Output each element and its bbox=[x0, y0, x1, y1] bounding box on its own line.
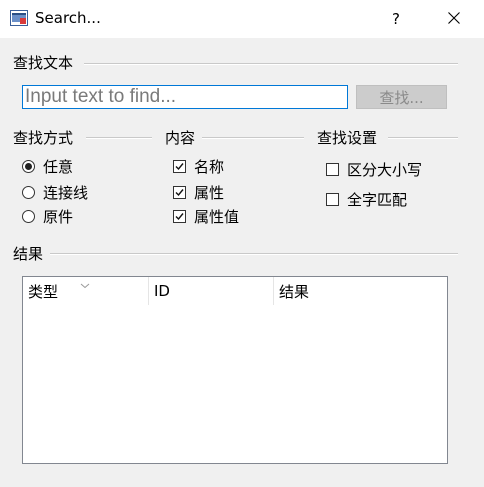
find-settings-divider bbox=[388, 137, 458, 139]
find-text-divider bbox=[84, 63, 458, 65]
results-list[interactable]: 类型 ID 结果 bbox=[22, 276, 448, 464]
results-divider bbox=[50, 253, 458, 255]
column-header-id[interactable]: ID bbox=[149, 277, 273, 305]
column-header-type[interactable]: 类型 bbox=[23, 277, 148, 305]
find-mode-divider bbox=[86, 137, 152, 139]
checkbox-name[interactable]: 名称 bbox=[173, 156, 224, 176]
sort-chevron-icon bbox=[80, 275, 90, 293]
close-button[interactable] bbox=[436, 0, 472, 38]
radio-connector-label: 连接线 bbox=[43, 183, 89, 202]
window-title: Search... bbox=[35, 9, 101, 27]
checkbox-attribute[interactable]: 属性 bbox=[173, 182, 224, 202]
app-icon bbox=[10, 10, 28, 26]
radio-selected-icon bbox=[22, 159, 35, 173]
checkbox-unchecked-icon bbox=[326, 162, 339, 176]
radio-component-label: 原件 bbox=[43, 207, 74, 226]
radio-any[interactable]: 任意 bbox=[22, 156, 73, 176]
find-text-group-label: 查找文本 bbox=[13, 54, 74, 72]
checkbox-checked-icon bbox=[173, 209, 186, 223]
checkbox-case-sensitive[interactable]: 区分大小写 bbox=[326, 159, 422, 179]
checkbox-whole-word-label: 全字匹配 bbox=[347, 190, 408, 209]
column-header-id-label: ID bbox=[154, 282, 170, 300]
content-divider bbox=[202, 137, 304, 139]
content-group-label: 内容 bbox=[165, 129, 196, 147]
checkbox-name-label: 名称 bbox=[194, 157, 225, 176]
checkbox-attribute-value-label: 属性值 bbox=[194, 207, 240, 226]
checkbox-attribute-value[interactable]: 属性值 bbox=[173, 206, 239, 226]
checkbox-checked-icon bbox=[173, 185, 186, 199]
search-input[interactable] bbox=[22, 85, 348, 109]
radio-component[interactable]: 原件 bbox=[22, 206, 73, 226]
radio-any-label: 任意 bbox=[43, 157, 74, 176]
column-header-result-label: 结果 bbox=[279, 282, 310, 301]
column-header-result[interactable]: 结果 bbox=[274, 277, 446, 305]
checkbox-whole-word[interactable]: 全字匹配 bbox=[326, 189, 407, 209]
checkbox-unchecked-icon bbox=[326, 192, 339, 206]
checkbox-case-sensitive-label: 区分大小写 bbox=[347, 160, 423, 179]
help-button[interactable]: ? bbox=[378, 0, 414, 38]
find-button[interactable]: 查找... bbox=[356, 85, 447, 109]
checkbox-checked-icon bbox=[173, 159, 186, 173]
find-settings-group-label: 查找设置 bbox=[317, 129, 378, 147]
title-bar: Search... ? bbox=[0, 0, 484, 38]
checkbox-attribute-label: 属性 bbox=[194, 183, 225, 202]
results-group-label: 结果 bbox=[13, 245, 44, 263]
column-header-type-label: 类型 bbox=[28, 282, 59, 301]
radio-unselected-icon bbox=[22, 185, 35, 199]
close-icon bbox=[448, 10, 460, 28]
radio-connector[interactable]: 连接线 bbox=[22, 182, 88, 202]
find-mode-group-label: 查找方式 bbox=[13, 129, 74, 147]
radio-unselected-icon bbox=[22, 209, 35, 223]
